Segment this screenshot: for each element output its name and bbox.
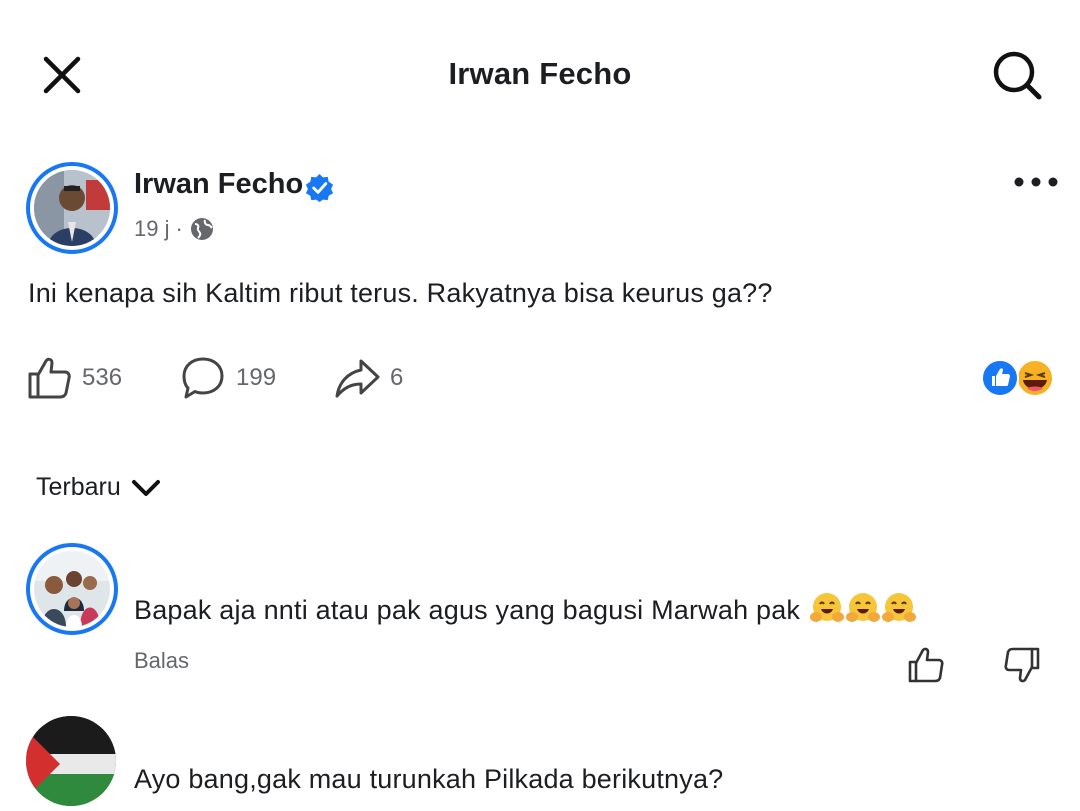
chevron-down-icon (131, 479, 160, 496)
post-time: 19 j (134, 216, 170, 241)
hugging-face-emoji (845, 593, 880, 622)
post-text: Ini kenapa sih Kaltim ribut terus. Rakya… (28, 278, 773, 308)
globe-icon (190, 218, 213, 240)
hugging-face-emoji (809, 593, 844, 622)
thumbs-up-icon (908, 647, 944, 683)
post-meta: 19 j · (134, 216, 215, 242)
thumbs-up-icon (28, 357, 71, 399)
more-options-button[interactable] (1012, 172, 1060, 192)
search-button[interactable] (990, 48, 1044, 102)
commenter-avatar[interactable] (26, 543, 118, 635)
comment-sort-dropdown[interactable]: Terbaru (36, 473, 161, 502)
post-actions: 536 199 6 (0, 350, 1080, 406)
post-header: Irwan Fecho 19 j · (0, 150, 1080, 260)
page-title: Irwan Fecho (448, 56, 632, 91)
comment-text: Bapak aja nnti atau pak agus yang bagusi… (134, 591, 916, 626)
like-count: 536 (82, 364, 123, 391)
comment-button[interactable]: 199 (180, 356, 276, 400)
author-name[interactable]: Irwan Fecho (134, 168, 303, 201)
share-button[interactable]: 6 (334, 356, 403, 400)
comment-count: 199 (236, 364, 277, 391)
sort-label: Terbaru (36, 473, 121, 501)
reactions-summary[interactable] (980, 358, 1056, 398)
comment-text-content: Bapak aja nnti atau pak agus yang bagusi… (134, 595, 801, 625)
like-reaction-icon (981, 359, 1019, 397)
author-avatar[interactable] (26, 162, 118, 254)
comment-icon (182, 357, 224, 399)
commenter-avatar-photo (26, 716, 116, 806)
meta-separator: · (175, 216, 183, 241)
search-icon (993, 51, 1042, 100)
reply-button[interactable]: Balas (134, 648, 189, 674)
hugging-face-emoji (881, 593, 916, 622)
top-bar: Irwan Fecho (0, 0, 1080, 150)
like-button[interactable]: 536 (26, 356, 122, 400)
author-avatar-photo (34, 170, 110, 246)
more-horizontal-icon (1014, 177, 1058, 187)
upvote-button[interactable] (906, 645, 946, 685)
commenter-avatar[interactable] (26, 716, 116, 806)
share-count: 6 (390, 364, 404, 391)
verified-badge-icon (305, 173, 334, 202)
comment-text: Ayo bang,gak mau turunkah Pilkada beriku… (134, 764, 724, 794)
haha-reaction-icon (1016, 359, 1054, 397)
share-icon (335, 359, 380, 398)
commenter-avatar-photo (34, 551, 110, 627)
downvote-button[interactable] (1002, 645, 1042, 685)
thumbs-down-icon (1004, 647, 1040, 683)
